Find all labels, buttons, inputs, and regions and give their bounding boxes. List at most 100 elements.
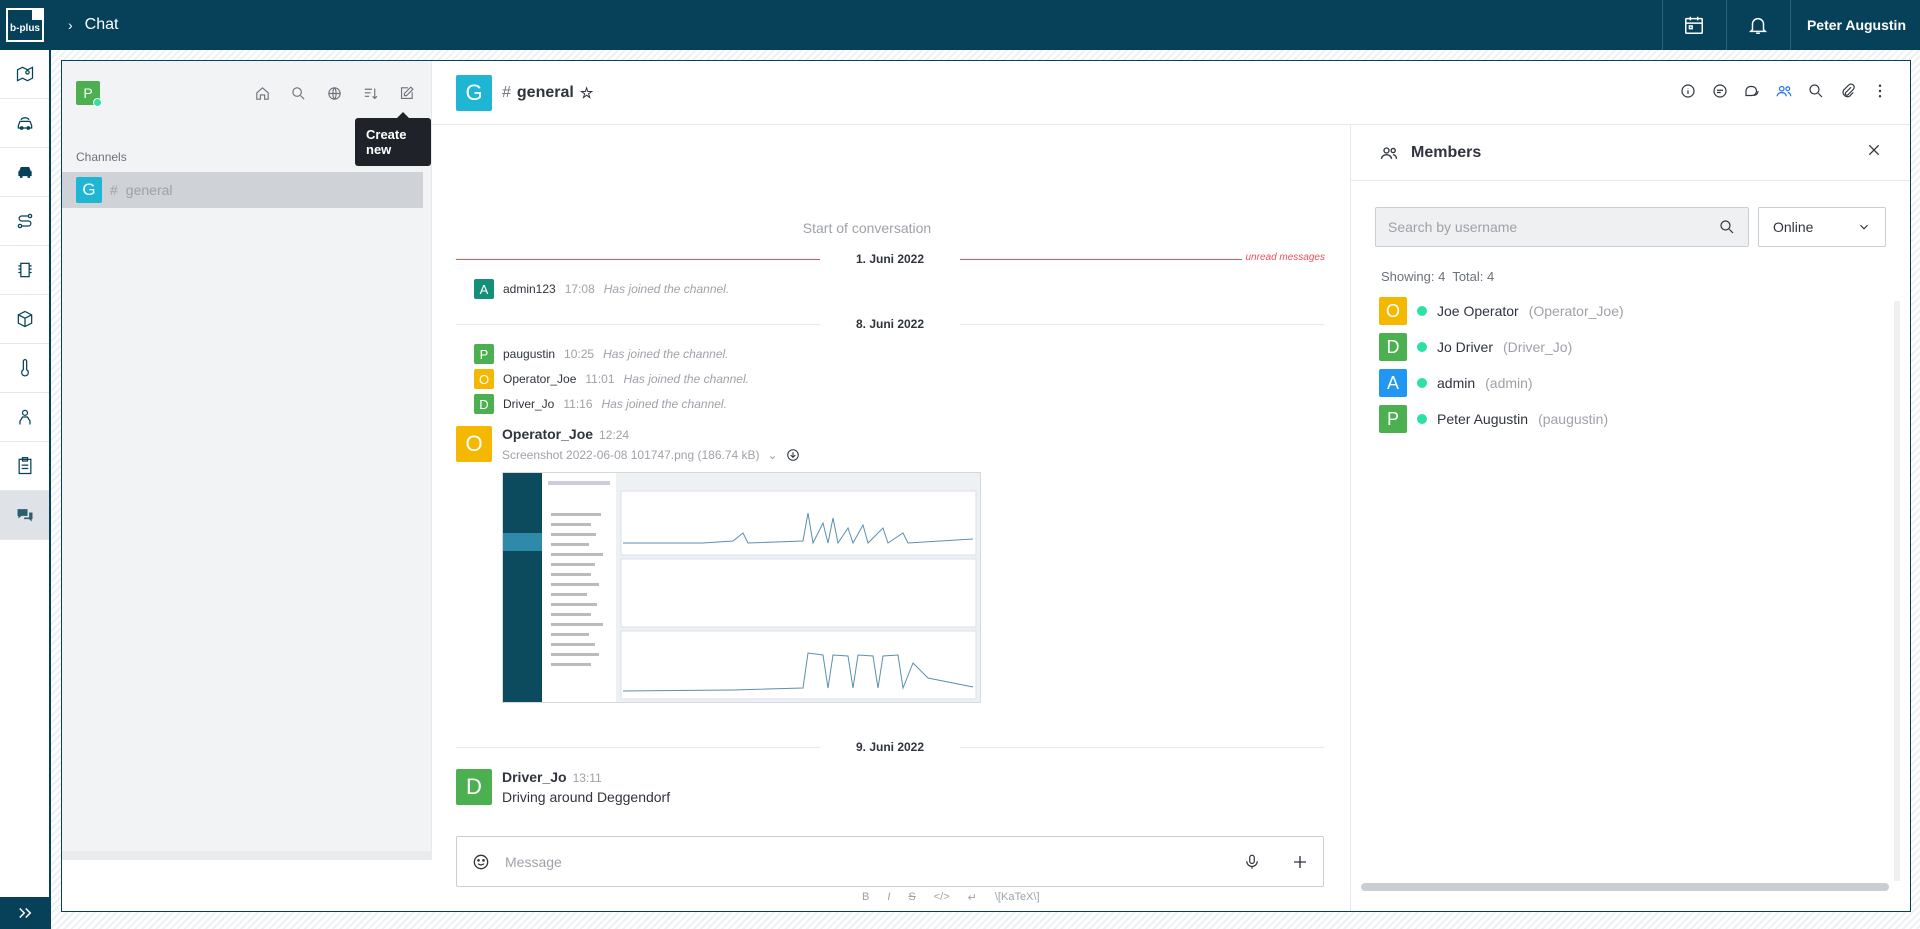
kebab-menu-button[interactable]	[1870, 81, 1890, 101]
route-icon	[17, 213, 32, 229]
multiline-button[interactable]: ↵	[968, 891, 977, 904]
room-info-button[interactable]	[1678, 81, 1698, 101]
rail-vehicles[interactable]	[0, 148, 49, 197]
message-text: Has joined the channel.	[603, 347, 729, 361]
app-logo[interactable]: b-plus	[0, 0, 50, 50]
message-username[interactable]: Driver_Jo	[502, 769, 567, 785]
members-search-input[interactable]: Search by username	[1375, 207, 1749, 247]
bell-icon	[1749, 17, 1768, 34]
member-avatar: A	[1379, 369, 1407, 397]
search-messages-button[interactable]	[1806, 81, 1826, 101]
microphone-icon[interactable]	[1243, 853, 1261, 871]
unread-messages-label: unread messages	[1241, 252, 1325, 263]
member-row[interactable]: A admin (admin)	[1379, 365, 1624, 401]
search-icon	[291, 86, 305, 100]
strike-button[interactable]: S	[908, 891, 915, 904]
attachment-filename[interactable]: Screenshot 2022-06-08 101747.png (186.74…	[502, 448, 760, 462]
files-button[interactable]	[1838, 81, 1858, 101]
message-username[interactable]: paugustin	[503, 347, 555, 361]
user-menu[interactable]: Peter Augustin	[1789, 0, 1920, 50]
attachment-image[interactable]	[502, 472, 981, 703]
message-username[interactable]: admin123	[503, 282, 556, 296]
sidebar-item-general[interactable]: G # general	[62, 172, 423, 208]
globe-icon	[327, 86, 341, 100]
rail-drivers[interactable]	[0, 393, 49, 442]
katex-button[interactable]: \[KaTeX\]	[995, 891, 1040, 904]
user-avatar[interactable]: D	[456, 769, 492, 805]
rail-devices[interactable]	[0, 246, 49, 295]
member-row[interactable]: P Peter Augustin (paugustin)	[1379, 401, 1624, 437]
date-divider: 9. Juni 2022	[456, 737, 1325, 757]
attachment-message: O Operator_Joe 12:24 Screenshot 2022-06-0…	[456, 426, 981, 703]
driver-icon	[18, 409, 31, 425]
online-status-icon	[1417, 414, 1427, 424]
rail-tasks[interactable]	[0, 442, 49, 491]
notifications-button[interactable]	[1725, 0, 1790, 50]
italic-button[interactable]: I	[887, 891, 890, 904]
home-button[interactable]	[251, 82, 273, 104]
room-name: general	[516, 83, 574, 101]
chevron-down-icon[interactable]: ⌄	[768, 448, 778, 462]
members-scrollbar-horizontal[interactable]	[1361, 883, 1889, 891]
paperclip-icon	[1842, 83, 1855, 98]
user-avatar[interactable]: D	[474, 394, 494, 414]
member-row[interactable]: D Jo Driver (Driver_Jo)	[1379, 329, 1624, 365]
code-button[interactable]: </>	[934, 891, 950, 904]
message-text: Has joined the channel.	[601, 397, 727, 411]
message-input[interactable]: Message	[505, 854, 562, 870]
bold-button[interactable]: B	[862, 891, 869, 904]
discussions-button[interactable]	[1742, 81, 1762, 101]
member-name: Joe Operator	[1437, 303, 1519, 319]
message-composer[interactable]: Message	[456, 836, 1324, 887]
module-rail	[0, 50, 51, 929]
message-time: 13:11	[572, 771, 602, 785]
user-avatar[interactable]: O	[456, 426, 492, 462]
rail-routes[interactable]	[0, 197, 49, 246]
chevron-down-icon	[1860, 224, 1868, 230]
member-row[interactable]: O Joe Operator (Operator_Joe)	[1379, 293, 1624, 329]
user-avatar-letter: P	[83, 85, 93, 101]
members-button[interactable]	[1774, 81, 1794, 101]
total-count: Total: 4	[1452, 269, 1495, 284]
members-scrollbar-vertical[interactable]	[1894, 301, 1900, 881]
threads-button[interactable]	[1710, 81, 1730, 101]
message-text: Has joined the channel.	[623, 372, 749, 386]
message-username[interactable]: Driver_Jo	[503, 397, 554, 411]
rail-fleet[interactable]	[0, 99, 49, 148]
members-icon	[1776, 85, 1792, 97]
user-avatar[interactable]: P	[76, 81, 102, 107]
online-status-icon	[1417, 378, 1427, 388]
search-icon	[1720, 220, 1734, 234]
rail-map[interactable]	[0, 50, 49, 99]
user-avatar[interactable]: O	[474, 369, 494, 389]
rail-packages[interactable]	[0, 295, 49, 344]
formatting-toolbar: B I S </> ↵ \[KaTeX\]	[862, 891, 1040, 904]
start-of-conversation: Start of conversation	[802, 220, 932, 236]
online-status-icon	[93, 98, 102, 107]
text-message: D Driver_Jo 13:11 Driving around Deggendo…	[456, 769, 670, 805]
plus-icon[interactable]	[1291, 853, 1309, 871]
emoji-icon[interactable]	[471, 852, 491, 872]
star-icon[interactable]: ☆	[580, 84, 593, 102]
close-members-button[interactable]	[1866, 142, 1882, 163]
rail-sensors[interactable]	[0, 344, 49, 393]
rail-expand-button[interactable]	[0, 897, 49, 929]
user-avatar[interactable]: A	[474, 279, 494, 299]
status-filter-select[interactable]: Online	[1758, 207, 1886, 247]
create-new-button[interactable]	[395, 82, 417, 104]
date-divider: 8. Juni 2022	[456, 314, 1325, 334]
message-username[interactable]: Operator_Joe	[502, 426, 593, 442]
members-list: O Joe Operator (Operator_Joe) D Jo Drive…	[1379, 293, 1624, 437]
message-time: 11:01	[585, 372, 615, 386]
calendar-button[interactable]	[1661, 0, 1726, 50]
message-username[interactable]: Operator_Joe	[503, 372, 576, 386]
search-button[interactable]	[287, 82, 309, 104]
user-avatar[interactable]: P	[474, 344, 494, 364]
message-time: 12:24	[599, 428, 630, 442]
member-username: (admin)	[1485, 375, 1533, 391]
download-icon[interactable]	[786, 448, 800, 462]
sort-button[interactable]	[359, 82, 381, 104]
chat-icon	[17, 509, 32, 522]
rail-chat[interactable]	[0, 491, 49, 540]
directory-button[interactable]	[323, 82, 345, 104]
